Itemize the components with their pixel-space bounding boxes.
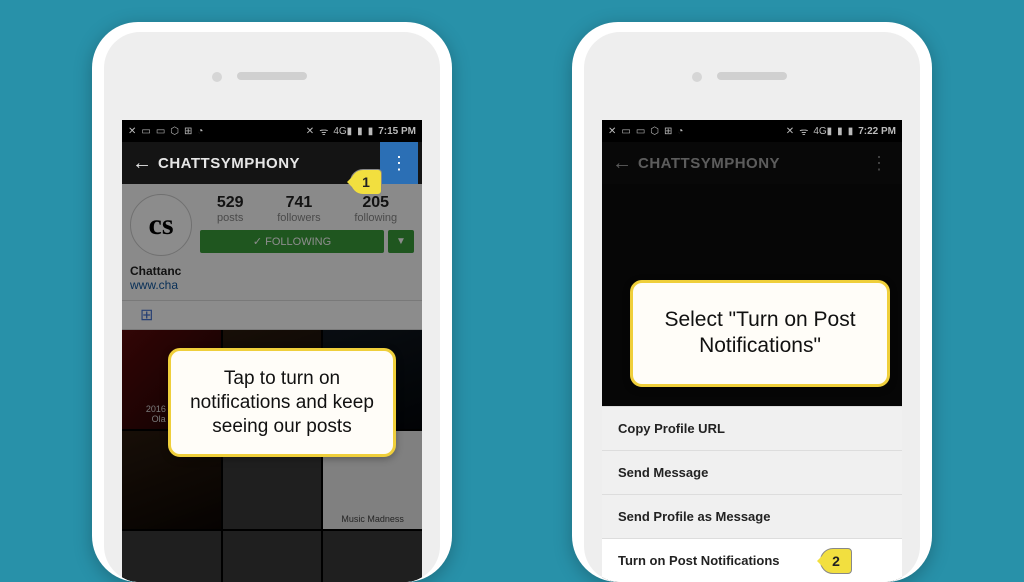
following-button[interactable]: ✓ FOLLOWING xyxy=(200,230,384,253)
profile-bio: Chattanc www.cha xyxy=(130,264,414,292)
photo-thumb[interactable] xyxy=(223,531,322,582)
following-dropdown[interactable]: ▼ xyxy=(388,230,414,253)
screen-left: ✕▭▭⬡⊞◔ ✕ᯤ4G▮▮▮ 7:15 PM ← CHATTSYMPHONY ⋮… xyxy=(122,120,422,582)
annotation-marker-1: 1 xyxy=(350,169,382,195)
photo-thumb[interactable] xyxy=(122,531,221,582)
phone-camera xyxy=(692,72,702,82)
stat-posts[interactable]: 529 posts xyxy=(217,194,244,224)
back-icon[interactable]: ← xyxy=(606,152,638,175)
avatar[interactable]: cs xyxy=(130,194,192,256)
status-time: 7:15 PM xyxy=(378,126,416,137)
app-bar: ← CHATTSYMPHONY ⋮ xyxy=(602,142,902,184)
phone-earpiece xyxy=(237,72,307,80)
action-sheet: Copy Profile URL Send Message Send Profi… xyxy=(602,406,902,582)
status-bar: ✕▭▭⬡⊞◔ ✕ᯤ4G▮▮▮ 7:22 PM xyxy=(602,120,902,142)
instruction-callout-1: Tap to turn on notifications and keep se… xyxy=(168,348,396,457)
phone-mockup-left: ✕▭▭⬡⊞◔ ✕ᯤ4G▮▮▮ 7:15 PM ← CHATTSYMPHONY ⋮… xyxy=(92,22,452,582)
status-icons-left: ✕▭▭⬡⊞◔ xyxy=(608,126,683,137)
overflow-menu-button[interactable]: ⋮ xyxy=(380,142,418,184)
overflow-menu-button[interactable]: ⋮ xyxy=(860,153,898,174)
status-icons-right: ✕ᯤ4G▮▮▮ 7:22 PM xyxy=(786,124,896,138)
profile-title: CHATTSYMPHONY xyxy=(158,155,380,172)
sheet-send-message[interactable]: Send Message xyxy=(602,450,902,494)
stat-following[interactable]: 205 following xyxy=(354,194,397,224)
status-icons-left: ✕▭▭⬡⊞◔ xyxy=(128,126,203,137)
instruction-callout-2: Select "Turn on Post Notifications" xyxy=(630,280,890,387)
photo-thumb[interactable] xyxy=(323,531,422,582)
screen-right: ✕▭▭⬡⊞◔ ✕ᯤ4G▮▮▮ 7:22 PM ← CHATTSYMPHONY ⋮… xyxy=(602,120,902,582)
status-icons-right: ✕ᯤ4G▮▮▮ 7:15 PM xyxy=(306,124,416,138)
back-icon[interactable]: ← xyxy=(126,152,158,175)
status-bar: ✕▭▭⬡⊞◔ ✕ᯤ4G▮▮▮ 7:15 PM xyxy=(122,120,422,142)
sheet-send-profile[interactable]: Send Profile as Message xyxy=(602,494,902,538)
profile-header: cs 529 posts 741 followers xyxy=(122,184,422,300)
profile-title: CHATTSYMPHONY xyxy=(638,155,860,172)
status-time: 7:22 PM xyxy=(858,126,896,137)
app-bar: ← CHATTSYMPHONY ⋮ 1 xyxy=(122,142,422,184)
phone-camera xyxy=(212,72,222,82)
sheet-copy-url[interactable]: Copy Profile URL xyxy=(602,406,902,450)
profile-link[interactable]: www.cha xyxy=(130,278,178,292)
sheet-turn-on-notifications[interactable]: Turn on Post Notifications 2 xyxy=(602,538,902,582)
grid-view-tab[interactable]: ⊞ xyxy=(122,300,422,330)
phone-earpiece xyxy=(717,72,787,80)
phone-mockup-right: ✕▭▭⬡⊞◔ ✕ᯤ4G▮▮▮ 7:22 PM ← CHATTSYMPHONY ⋮… xyxy=(572,22,932,582)
stat-followers[interactable]: 741 followers xyxy=(277,194,320,224)
annotation-marker-2: 2 xyxy=(820,548,852,574)
